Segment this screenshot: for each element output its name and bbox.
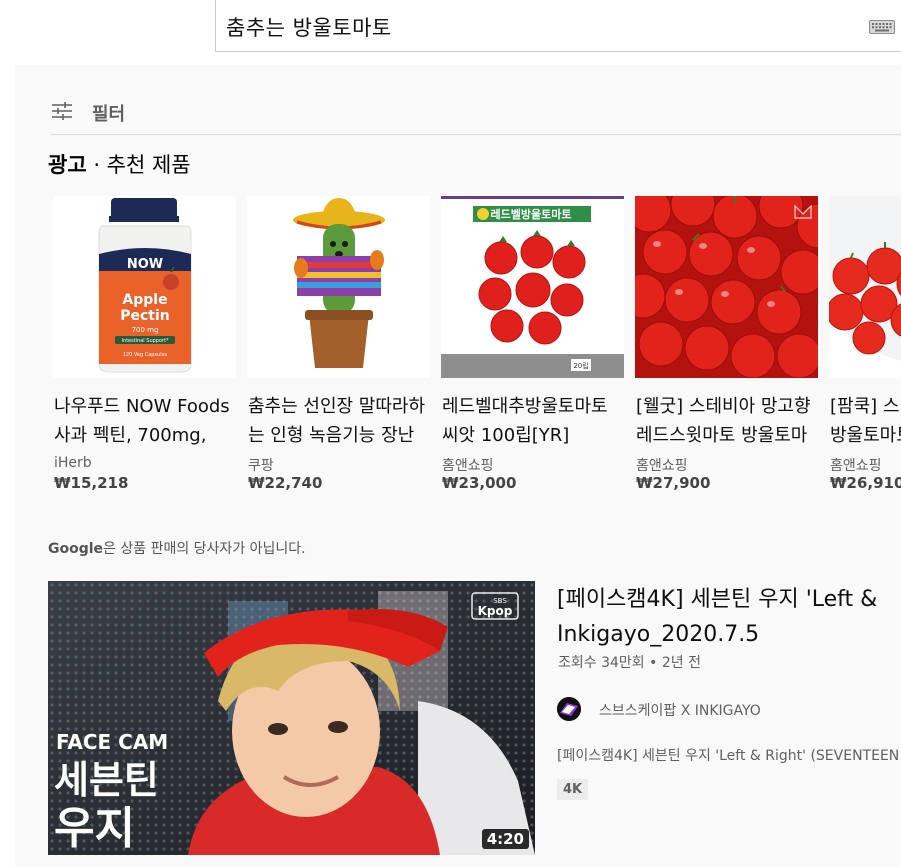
product-image-farmcook-tomato[interactable] bbox=[829, 196, 901, 378]
product-price: ₩23,000 bbox=[442, 474, 517, 492]
kpop-logo-text: Kpop bbox=[478, 604, 513, 618]
product-card-tomato-seeds[interactable]: 레드벨방울토마토 20립 레드벨대추방울토마토씨앗 100립[YR] 홈앤쇼핑 … bbox=[441, 196, 624, 496]
ads-header: 광고 · 추천 제품 bbox=[48, 149, 191, 179]
product-card-now-apple-pectin[interactable]: NOW Apple Pectin 700 mg Intestinal Suppo… bbox=[53, 196, 236, 496]
product-merchant: 홈앤쇼핑 bbox=[636, 458, 688, 474]
product-image-dancing-cactus[interactable] bbox=[247, 196, 430, 378]
product-card-stevia-tomato[interactable]: [웰굿] 스테비아 망고향 레드스윗마토 방울토마토 홈앤쇼핑 ₩27,900 bbox=[635, 196, 818, 496]
ad-separator: · bbox=[86, 153, 107, 177]
keyboard-icon[interactable] bbox=[869, 20, 895, 34]
filter-sliders-icon[interactable] bbox=[50, 99, 74, 123]
p3-count-text: 20립 bbox=[573, 362, 588, 370]
ads-title: 추천 제품 bbox=[106, 153, 191, 177]
product-card-farmcook-tomato[interactable]: [팜쿡] 스테비아 망고향 방울토마토 홈앤쇼핑 ₩26,910 bbox=[829, 196, 901, 496]
product-merchant: 홈앤쇼핑 bbox=[830, 458, 882, 474]
p1-sub-text: Intestinal Support* bbox=[121, 338, 169, 344]
product-price: ₩15,218 bbox=[54, 474, 129, 492]
upload-age: 2년 전 bbox=[661, 655, 701, 671]
p3-label-text: 레드벨방울토마토 bbox=[491, 207, 572, 221]
product-merchant: 쿠팡 bbox=[248, 458, 274, 474]
product-title[interactable]: 춤추는 선인장 말따라하는 인형 녹음기능 장난감 bbox=[248, 392, 430, 450]
results-panel: 필터 광고 · 추천 제품 NOW Apple Pectin 700 mg In… bbox=[15, 65, 901, 867]
video-metadata: 조회수 34만회 • 2년 전 bbox=[558, 652, 701, 672]
video-duration: 4:20 bbox=[481, 829, 529, 849]
divider bbox=[50, 134, 901, 135]
ad-label: 광고 bbox=[48, 153, 87, 177]
p1-dose-text: 700 mg bbox=[132, 326, 159, 334]
search-input[interactable]: 춤추는 방울토마토 bbox=[226, 12, 392, 42]
meta-separator: • bbox=[649, 655, 658, 671]
disclaimer-brand: Google bbox=[48, 541, 104, 557]
ad-disclaimer: Google은 상품 판매의 당사자가 아닙니다. bbox=[48, 538, 306, 558]
channel-avatar[interactable] bbox=[557, 697, 581, 721]
quality-badge: 4K bbox=[557, 779, 589, 800]
product-merchant: 홈앤쇼핑 bbox=[442, 458, 494, 474]
search-box[interactable]: 춤추는 방울토마토 bbox=[215, 0, 901, 52]
filter-label[interactable]: 필터 bbox=[92, 100, 125, 126]
product-card-dancing-cactus[interactable]: 춤추는 선인장 말따라하는 인형 녹음기능 장난감 쿠팡 ₩22,740 bbox=[247, 196, 430, 496]
p1-name1-text: Apple bbox=[122, 292, 167, 308]
product-price: ₩26,910 bbox=[830, 474, 901, 492]
p1-brand-text: NOW bbox=[127, 257, 163, 272]
product-title[interactable]: 나우푸드 NOW Foods 사과 펙틴, 700mg, 120정 bbox=[54, 392, 236, 450]
video-title-line2[interactable]: Inkigayo_2020.7.5 bbox=[557, 617, 901, 652]
video-title[interactable]: [페이스캠4K] 세븐틴 우지 'Left & Inkigayo_2020.7.… bbox=[557, 582, 901, 652]
product-image-stevia-tomato[interactable] bbox=[635, 196, 818, 378]
channel-name[interactable]: 스브스케이팝 X INKIGAYO bbox=[599, 700, 761, 720]
product-price: ₩27,900 bbox=[636, 474, 711, 492]
product-price: ₩22,740 bbox=[248, 474, 323, 492]
disclaimer-text: 은 상품 판매의 당사자가 아닙니다. bbox=[103, 541, 306, 557]
video-thumbnail[interactable]: SBS Kpop FACE CAM 세븐틴 우지 4:20 bbox=[48, 581, 535, 855]
product-title[interactable]: [팜쿡] 스테비아 망고향 방울토마토 bbox=[830, 392, 901, 450]
view-count: 조회수 34만회 bbox=[558, 655, 645, 671]
product-merchant: iHerb bbox=[54, 455, 92, 471]
video-description: [페이스캠4K] 세븐틴 우지 'Left & Right' (SEVENTEE… bbox=[557, 748, 901, 764]
thumb-facecam-text: FACE CAM bbox=[56, 730, 168, 754]
product-image-tomato-seeds[interactable]: 레드벨방울토마토 20립 bbox=[441, 196, 624, 378]
p1-name2-text: Pectin bbox=[120, 308, 170, 324]
product-title[interactable]: 레드벨대추방울토마토씨앗 100립[YR] bbox=[442, 392, 624, 450]
thumb-name2-text: 우지 bbox=[54, 803, 135, 854]
thumb-name1-text: 세븐틴 bbox=[54, 758, 159, 802]
product-title[interactable]: [웰굿] 스테비아 망고향 레드스윗마토 방울토마토 bbox=[636, 392, 818, 450]
video-title-line1[interactable]: [페이스캠4K] 세븐틴 우지 'Left & bbox=[557, 582, 901, 617]
product-image-apple-pectin[interactable]: NOW Apple Pectin 700 mg Intestinal Suppo… bbox=[53, 196, 236, 378]
p1-caps-text: 120 Veg Capsules bbox=[123, 352, 168, 358]
